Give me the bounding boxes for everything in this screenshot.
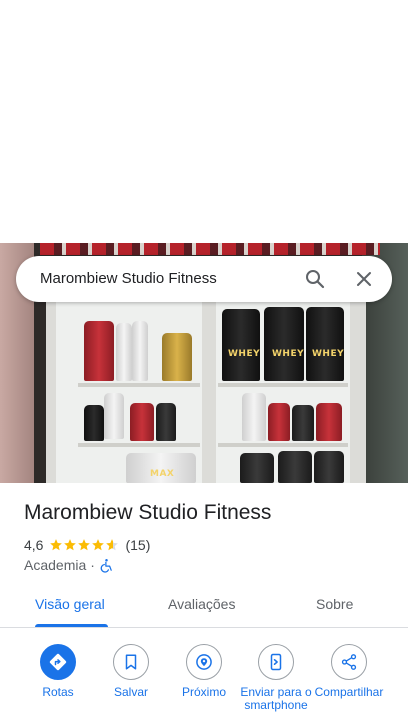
photo-top-shelf	[40, 243, 380, 255]
separator-dot: ·	[90, 557, 95, 573]
tab-about[interactable]: Sobre	[316, 596, 353, 612]
photo-shelf	[78, 443, 200, 447]
star-icon	[78, 539, 91, 551]
nearby-button[interactable]: Próximo	[166, 644, 242, 699]
photo-product	[162, 333, 192, 381]
photo-shelf	[78, 383, 200, 387]
share-label: Compartilhar	[314, 685, 384, 699]
photo-product	[306, 307, 344, 381]
place-title: Marombiew Studio Fitness	[24, 501, 272, 524]
photo-product	[132, 321, 148, 381]
bookmark-icon[interactable]	[113, 644, 149, 680]
wheelchair-icon	[99, 558, 114, 573]
share-button[interactable]: Compartilhar	[311, 644, 387, 699]
photo-label: WHEY	[272, 349, 305, 359]
nearby-icon[interactable]	[186, 644, 222, 680]
tab-overview[interactable]: Visão geral	[35, 596, 105, 612]
send-to-phone-button[interactable]: Enviar para o smartphone	[238, 644, 314, 712]
nearby-label: Próximo	[181, 685, 226, 699]
search-icon[interactable]	[303, 267, 327, 291]
save-label: Salvar	[113, 685, 148, 699]
active-tab-indicator	[35, 624, 108, 627]
photo-shelf	[218, 443, 348, 447]
star-icon	[106, 539, 119, 551]
star-icon	[50, 539, 63, 551]
directions-button[interactable]: Rotas	[20, 644, 96, 699]
action-buttons: Rotas Salvar Próximo Enviar para o smart…	[0, 644, 408, 726]
tab-reviews[interactable]: Avaliações	[168, 596, 235, 612]
star-rating	[49, 538, 119, 552]
map-blank-area	[0, 0, 408, 243]
save-button[interactable]: Salvar	[93, 644, 169, 699]
photo-product	[84, 321, 114, 381]
photo-product	[104, 393, 124, 439]
search-bar[interactable]: Marombiew Studio Fitness	[16, 256, 392, 302]
photo-product	[268, 403, 290, 441]
photo-product	[116, 323, 132, 381]
search-query[interactable]: Marombiew Studio Fitness	[40, 270, 217, 287]
rating-row[interactable]: 4,6 (15)	[24, 536, 150, 554]
photo-label: WHEY	[312, 349, 345, 359]
photo-product	[278, 451, 312, 483]
star-icon	[92, 539, 105, 551]
photo-shelf	[218, 383, 348, 387]
close-icon[interactable]	[352, 267, 376, 291]
photo-product	[156, 403, 176, 441]
photo-product	[292, 405, 314, 441]
send-to-phone-label: Enviar para o smartphone	[240, 685, 312, 712]
place-tabs: Visão geral Avaliações Sobre	[0, 584, 408, 628]
star-icon	[64, 539, 77, 551]
photo-product	[314, 451, 344, 483]
rating-value: 4,6	[24, 537, 44, 553]
photo-product	[130, 403, 154, 441]
photo-label: WHEY	[228, 349, 261, 359]
photo-product	[264, 307, 304, 381]
photo-product	[84, 405, 104, 441]
category-row: Academia ·	[24, 556, 114, 574]
photo-product	[240, 453, 274, 483]
photo-product	[242, 393, 266, 441]
place-category: Academia	[24, 557, 87, 573]
share-icon[interactable]	[331, 644, 367, 680]
photo-label: MAX	[150, 469, 175, 479]
review-count[interactable]: (15)	[125, 537, 150, 553]
send-to-phone-icon[interactable]	[258, 644, 294, 680]
photo-product	[222, 309, 260, 381]
photo-product	[316, 403, 342, 441]
directions-label: Rotas	[42, 685, 74, 699]
directions-icon[interactable]	[40, 644, 76, 680]
